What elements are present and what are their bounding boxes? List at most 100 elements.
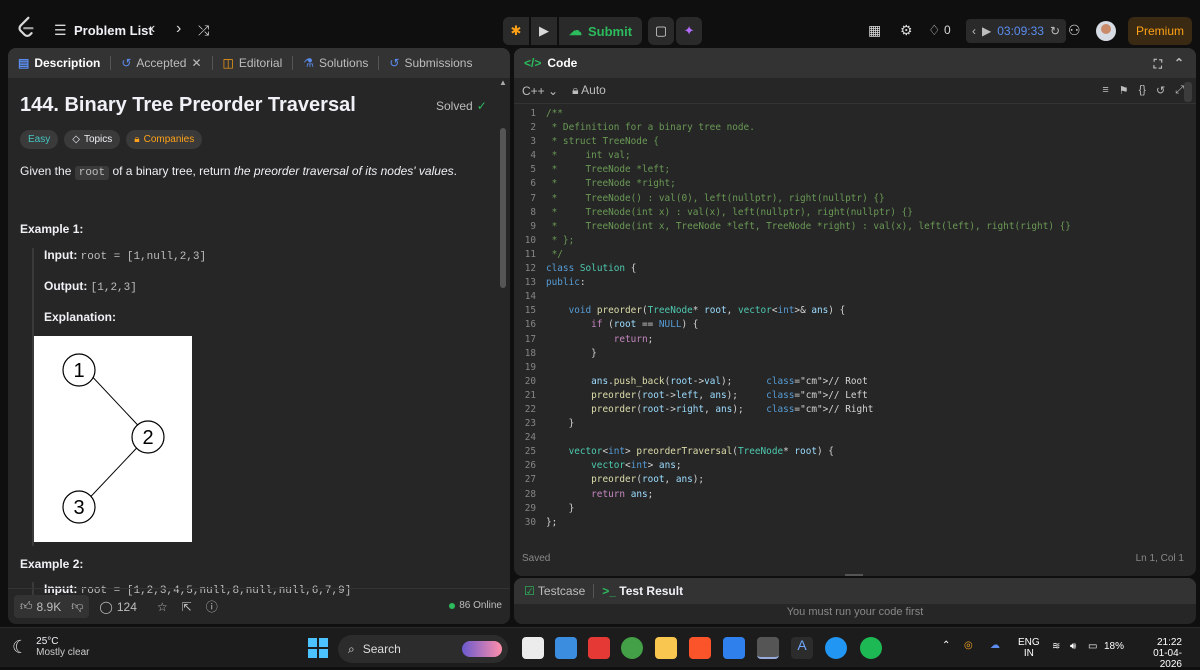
code-line[interactable]: 14 bbox=[514, 291, 1184, 305]
clock[interactable]: 21:22 01-04-2026 bbox=[1138, 637, 1182, 670]
code-line[interactable]: 3 * struct TreeNode { bbox=[514, 136, 1184, 150]
photos-icon[interactable] bbox=[555, 637, 577, 659]
spotify-icon[interactable] bbox=[860, 637, 882, 659]
tab-test-result[interactable]: >_ Test Result bbox=[602, 584, 683, 598]
gear-icon[interactable]: ⚙ bbox=[900, 22, 913, 39]
code-line[interactable]: 28 return ans; bbox=[514, 489, 1184, 503]
play-timer-icon[interactable]: ▶ bbox=[982, 24, 991, 38]
app-a-icon[interactable]: A bbox=[791, 637, 813, 659]
code-line[interactable]: 22 preorder(root->right, ans); class="cm… bbox=[514, 404, 1184, 418]
layout-icon[interactable]: ▦ bbox=[868, 22, 881, 39]
code-line[interactable]: 6 * TreeNode *right; bbox=[514, 178, 1184, 192]
tab-description[interactable]: ▤ Description bbox=[18, 56, 100, 70]
leetcode-logo-icon[interactable] bbox=[16, 16, 38, 38]
code-line[interactable]: 21 preorder(root->left, ans); class="cm"… bbox=[514, 390, 1184, 404]
code-line[interactable]: 27 preorder(root, ans); bbox=[514, 474, 1184, 488]
code-line[interactable]: 2 * Definition for a binary tree node. bbox=[514, 122, 1184, 136]
code-line[interactable]: 9 * TreeNode(int x, TreeNode *left, Tree… bbox=[514, 221, 1184, 235]
weather-widget[interactable]: ☾ 25°C Mostly clear bbox=[12, 636, 90, 658]
tab-solutions[interactable]: ⚗ Solutions bbox=[303, 56, 368, 70]
bookmark-icon[interactable]: ⚑ bbox=[1119, 84, 1129, 97]
chevron-left-icon[interactable]: ‹ bbox=[972, 24, 976, 38]
tab-editorial[interactable]: ◫ Editorial bbox=[223, 56, 283, 70]
like-button[interactable]: 👍︎ 8.9K 👎︎ bbox=[14, 595, 90, 618]
language-select[interactable]: C++ ⌄ bbox=[522, 84, 558, 98]
chrome-active-icon[interactable] bbox=[757, 637, 779, 659]
editor-scrollbar[interactable] bbox=[1184, 82, 1192, 102]
cloud-icon[interactable]: ☁ bbox=[990, 640, 1000, 651]
scroll-thumb[interactable] bbox=[500, 128, 506, 288]
reset-code-icon[interactable]: ↺ bbox=[1156, 84, 1165, 97]
list-icon[interactable]: ☰ bbox=[54, 22, 67, 39]
chrome-icon[interactable] bbox=[621, 637, 643, 659]
wifi-icon[interactable]: ≋ bbox=[1052, 641, 1060, 652]
code-line[interactable]: 10 * }; bbox=[514, 235, 1184, 249]
topics-tag[interactable]: ◇ Topics bbox=[64, 130, 121, 149]
code-line[interactable]: 16 if (root == NULL) { bbox=[514, 319, 1184, 333]
run-button[interactable]: ▶ bbox=[531, 17, 557, 45]
code-line[interactable]: 11 */ bbox=[514, 249, 1184, 263]
next-problem-icon[interactable]: › bbox=[176, 20, 181, 38]
code-editor[interactable]: 1 /** 2 * Definition for a binary tree nod… bbox=[514, 108, 1184, 540]
ai-button[interactable]: ✦ bbox=[676, 17, 703, 45]
language-indicator[interactable]: ENG IN bbox=[1018, 637, 1040, 659]
shuffle-icon[interactable]: ⤮ bbox=[198, 22, 209, 39]
code-line[interactable]: 30}; bbox=[514, 517, 1184, 531]
vscode-icon[interactable] bbox=[723, 637, 745, 659]
add-friend-icon[interactable]: ⚇ bbox=[1068, 22, 1081, 39]
app-blue-icon[interactable] bbox=[825, 637, 847, 659]
windows-start-icon[interactable] bbox=[308, 638, 328, 658]
timer[interactable]: ‹ ▶ 03:09:33 ↻ bbox=[966, 19, 1067, 43]
code-line[interactable]: 23 } bbox=[514, 418, 1184, 432]
code-line[interactable]: 26 vector<int> ans; bbox=[514, 460, 1184, 474]
taskbar-search[interactable]: ⌕ Search bbox=[338, 635, 508, 663]
task-view-icon[interactable] bbox=[522, 637, 544, 659]
prev-problem-icon[interactable]: ‹ bbox=[150, 20, 155, 38]
thumbs-down-icon[interactable]: 👎︎ bbox=[71, 599, 83, 614]
youtube-icon[interactable] bbox=[588, 637, 610, 659]
avatar[interactable] bbox=[1096, 21, 1116, 41]
tab-accepted[interactable]: ↺ Accepted ✕ bbox=[121, 56, 201, 70]
volume-icon[interactable]: 🔊︎ bbox=[1070, 641, 1076, 652]
file-explorer-icon[interactable] bbox=[655, 637, 677, 659]
code-line[interactable]: 4 * int val; bbox=[514, 150, 1184, 164]
reset-icon[interactable]: ↻ bbox=[1050, 24, 1060, 38]
tray-app-icon[interactable]: ◎ bbox=[964, 640, 973, 651]
code-line[interactable]: 8 * TreeNode(int x) : val(x), left(nullp… bbox=[514, 207, 1184, 221]
code-line[interactable]: 29 } bbox=[514, 503, 1184, 517]
code-line[interactable]: 13 public: bbox=[514, 277, 1184, 291]
chevron-up-icon[interactable]: ⌃ bbox=[1174, 56, 1184, 70]
code-line[interactable]: 24 bbox=[514, 432, 1184, 446]
star-icon[interactable]: ☆ bbox=[157, 600, 168, 614]
brave-icon[interactable] bbox=[689, 637, 711, 659]
code-line[interactable]: 17 return; bbox=[514, 334, 1184, 348]
code-line[interactable]: 25 vector<int> preorderTraversal(TreeNod… bbox=[514, 446, 1184, 460]
code-line[interactable]: 7 * TreeNode() : val(0), left(nullptr), … bbox=[514, 193, 1184, 207]
problem-list-link[interactable]: Problem List bbox=[74, 23, 153, 38]
braces-icon[interactable]: {} bbox=[1139, 84, 1146, 97]
expand-icon[interactable]: ⤢ bbox=[1175, 84, 1184, 97]
submit-button[interactable]: ☁ Submit bbox=[559, 17, 643, 45]
comments-button[interactable]: ◯ 124 bbox=[93, 596, 142, 618]
description-scrollbar[interactable]: ▲ bbox=[498, 78, 508, 588]
format-icon[interactable]: ≡ bbox=[1102, 84, 1108, 97]
streak-icon[interactable]: ♢ bbox=[928, 22, 941, 39]
auto-mode[interactable]: 🔒︎ Auto bbox=[572, 83, 606, 98]
notes-button[interactable]: ▢ bbox=[648, 17, 675, 45]
fullscreen-icon[interactable]: ⛶ bbox=[1154, 57, 1162, 72]
debug-button[interactable]: ✱ bbox=[503, 17, 529, 45]
tab-testcase[interactable]: ☑ Testcase bbox=[524, 584, 585, 598]
premium-button[interactable]: Premium bbox=[1128, 17, 1192, 45]
companies-tag[interactable]: 🔒︎ Companies bbox=[126, 130, 203, 149]
close-icon[interactable]: ✕ bbox=[191, 56, 201, 70]
resize-handle[interactable] bbox=[845, 574, 863, 576]
code-line[interactable]: 20 ans.push_back(root->val); class="cm">… bbox=[514, 376, 1184, 390]
scroll-up-icon[interactable]: ▲ bbox=[498, 78, 508, 87]
share-icon[interactable]: ⇱ bbox=[182, 600, 192, 614]
help-icon[interactable]: ⓘ bbox=[206, 598, 218, 615]
tab-submissions[interactable]: ↺ Submissions bbox=[389, 56, 472, 70]
chevron-up-tray-icon[interactable]: ⌃ bbox=[942, 640, 950, 651]
battery-icon[interactable]: ▭ bbox=[1088, 641, 1097, 652]
code-line[interactable]: 19 bbox=[514, 362, 1184, 376]
code-line[interactable]: 18 } bbox=[514, 348, 1184, 362]
